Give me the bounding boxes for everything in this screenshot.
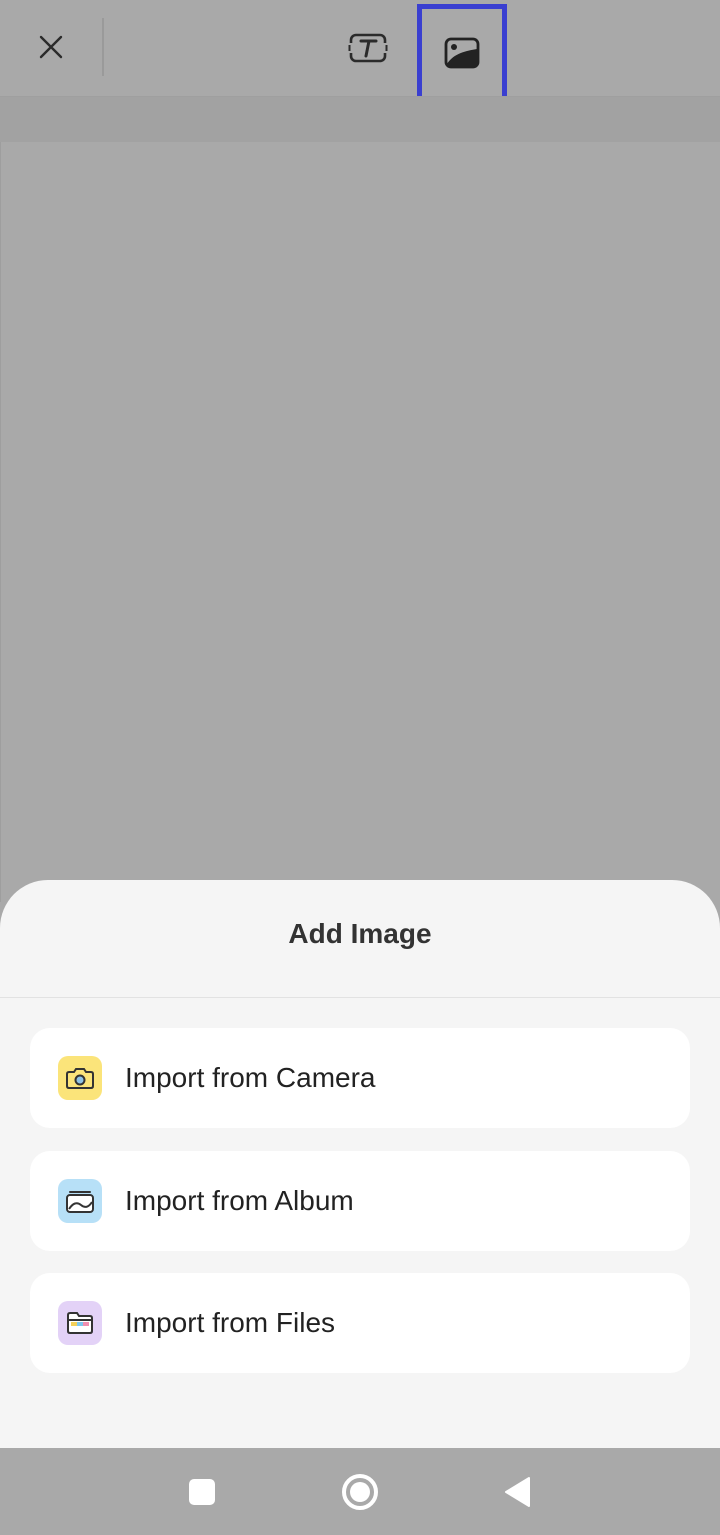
option-label: Import from Camera [125,1062,376,1093]
editor-canvas[interactable] [0,142,720,902]
camera-icon [58,1056,102,1100]
system-nav-bar [0,1448,720,1535]
album-icon [58,1179,102,1223]
import-from-album-option[interactable]: Import from Album [30,1151,690,1251]
options-subbar [0,96,720,142]
import-from-camera-option[interactable]: Import from Camera [30,1028,690,1128]
import-from-files-option[interactable]: Import from Files [30,1273,690,1373]
add-image-sheet: Add Image Import from Camera Import from… [0,880,720,1448]
option-label: Import from Album [125,1185,354,1216]
image-tool-icon-wrap [437,31,487,75]
square-icon [189,1479,215,1505]
sheet-title: Add Image [288,918,432,949]
home-button[interactable] [336,1468,384,1516]
option-label: Import from Files [125,1307,336,1338]
close-icon [39,35,63,59]
image-icon [444,37,480,69]
top-toolbar [0,0,720,123]
toolbar-divider [102,18,104,76]
sheet-divider [0,997,720,998]
circle-icon [342,1474,378,1510]
back-button[interactable] [494,1468,542,1516]
close-button[interactable] [26,22,76,72]
recents-button[interactable] [178,1468,226,1516]
text-box-icon [348,33,388,63]
triangle-back-icon [505,1477,530,1507]
text-tool-button[interactable] [340,20,396,76]
folder-icon [58,1301,102,1345]
